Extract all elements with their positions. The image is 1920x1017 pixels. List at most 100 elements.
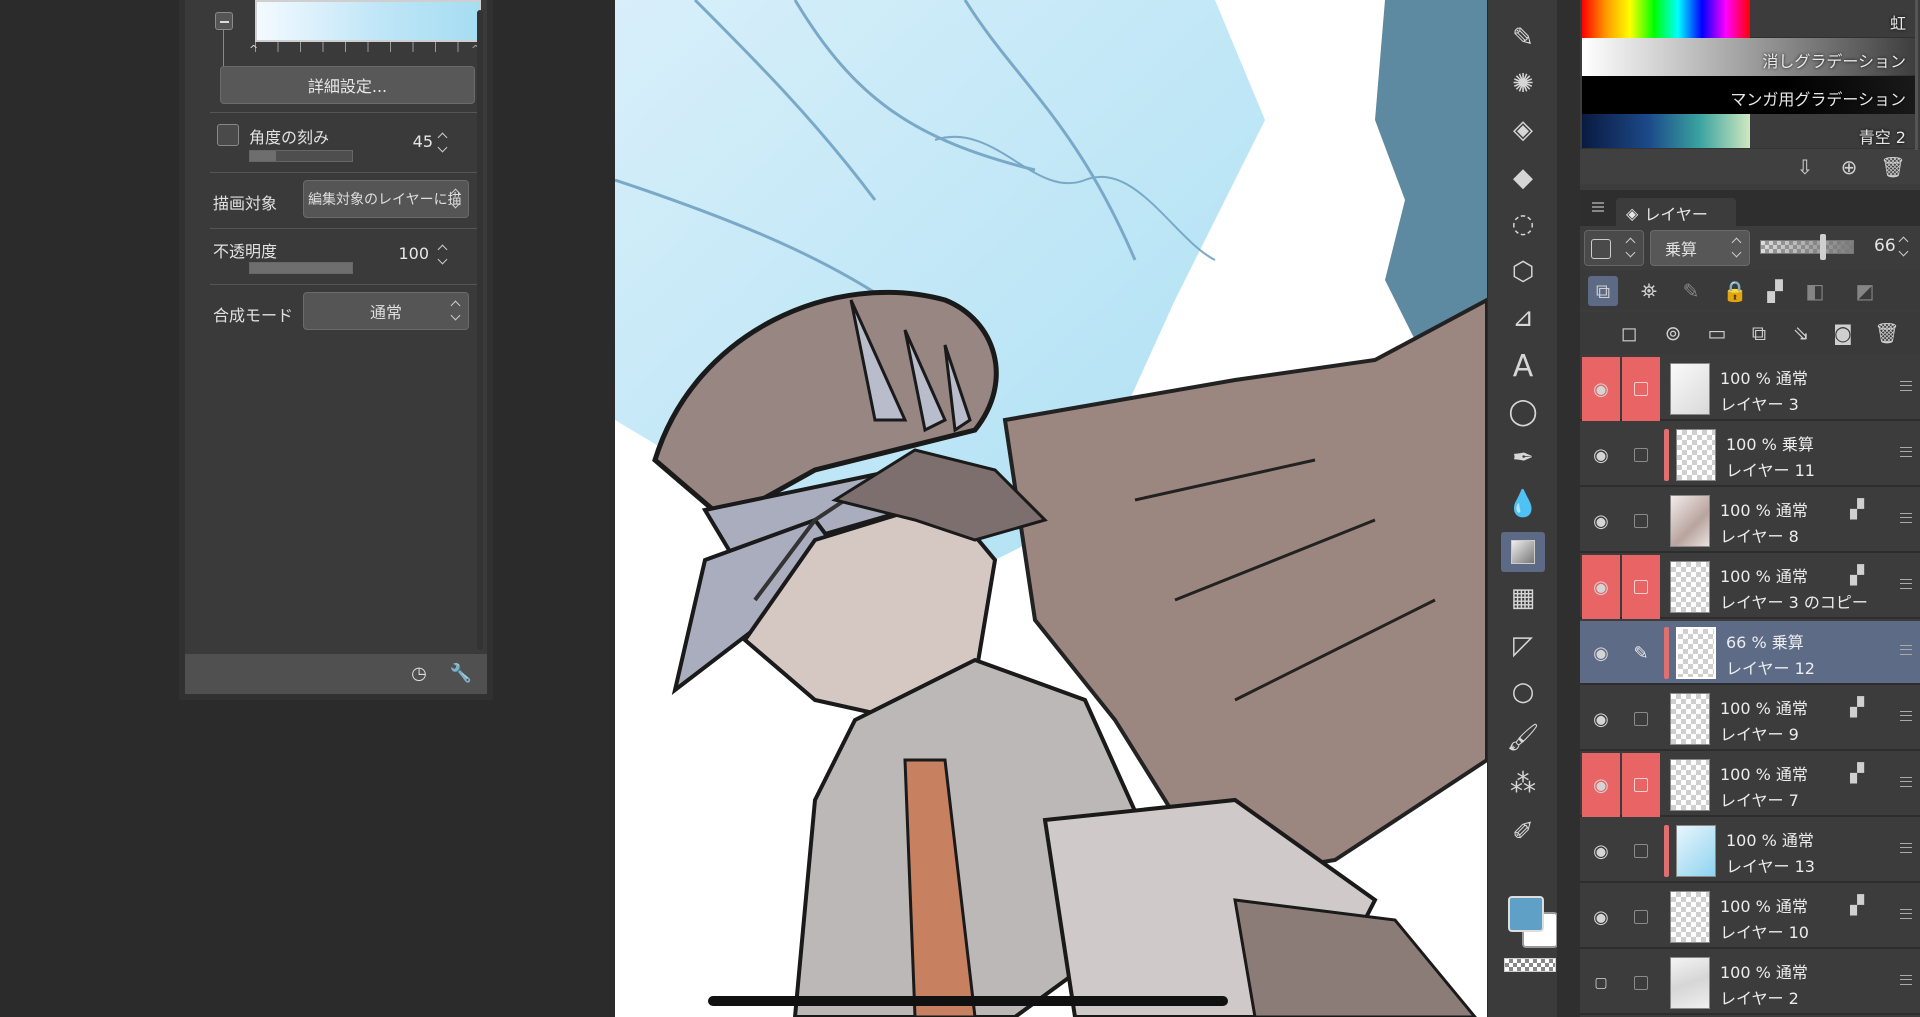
layer-menu-icon[interactable] <box>1900 843 1912 853</box>
layer-menu-icon[interactable] <box>1900 711 1912 721</box>
drawing-canvas[interactable] <box>615 0 1487 1017</box>
delete-layer-icon[interactable]: 🗑 <box>1872 318 1902 348</box>
draft-layer-icon[interactable]: ✎ <box>1676 276 1706 306</box>
eye-icon[interactable]: ◉ <box>1582 885 1620 949</box>
layer-select-checkbox[interactable] <box>1622 423 1660 487</box>
gradient-icon[interactable] <box>1501 532 1545 572</box>
gradient-set-item[interactable]: 青空 2 <box>1582 114 1918 152</box>
sparkle-brush-icon[interactable]: ✺ <box>1501 64 1545 104</box>
pen-nib-icon[interactable]: ✒ <box>1501 438 1545 478</box>
reference-layer-icon[interactable]: ⛯ <box>1634 276 1664 306</box>
layer-row[interactable]: ◉ 100 % 通常 レイヤー 13 <box>1580 819 1920 883</box>
create-mask-icon[interactable]: ◙ <box>1828 318 1858 348</box>
frame-icon[interactable]: ▦ <box>1501 578 1545 618</box>
lock-transparency-icon[interactable]: ▞ <box>1760 276 1790 306</box>
airbrush-icon[interactable]: ⁂ <box>1501 764 1545 804</box>
angle-step-checkbox[interactable] <box>217 124 239 146</box>
trash-icon[interactable]: 🗑 <box>1880 155 1906 179</box>
eye-icon[interactable]: ◉ <box>1582 621 1620 685</box>
layer-row[interactable]: ◉ 100 % 通常 レイヤー 3 <box>1580 357 1920 421</box>
text-icon[interactable]: A <box>1501 346 1545 386</box>
pen-icon[interactable]: ✎ <box>1501 18 1545 58</box>
new-vector-layer-icon[interactable]: ⊚ <box>1658 318 1688 348</box>
angle-step-spinner[interactable] <box>437 132 449 154</box>
import-icon[interactable]: ⇩ <box>1792 155 1818 179</box>
draw-target-dropdown[interactable]: 編集対象のレイヤーに描 <box>303 180 469 218</box>
layer-color-dropdown[interactable] <box>1584 230 1644 266</box>
layer-row[interactable]: ◉ ✎ 66 % 乗算 レイヤー 12 <box>1580 621 1920 685</box>
opacity-spinner[interactable] <box>437 244 449 266</box>
brush-icon[interactable]: 🖌 <box>1501 718 1545 758</box>
gradient-preview[interactable] <box>255 0 481 42</box>
layer-menu-icon[interactable] <box>1900 447 1912 457</box>
layer-row[interactable]: ◉ 100 % 通常 レイヤー 3 のコピー ▞ <box>1580 555 1920 619</box>
ruler-icon[interactable]: ◸ <box>1501 626 1545 666</box>
lock-icon[interactable]: 🔒 <box>1720 276 1750 306</box>
3d-object-icon[interactable]: ⬡ <box>1501 252 1545 292</box>
eye-icon[interactable]: ◉ <box>1582 555 1620 619</box>
wrench-icon[interactable]: 🔧 <box>449 662 473 686</box>
layer-menu-icon[interactable] <box>1900 579 1912 589</box>
gradient-set-item[interactable]: 消しグラデーション <box>1582 38 1918 76</box>
layer-select-checkbox[interactable] <box>1622 819 1660 883</box>
eye-icon[interactable]: ◉ <box>1582 423 1620 487</box>
eye-icon[interactable]: ◉ <box>1582 687 1620 751</box>
layer-menu-icon[interactable] <box>1900 645 1912 655</box>
ruler-visible-icon[interactable]: ◩ <box>1850 276 1880 306</box>
layer-select-checkbox[interactable] <box>1622 885 1660 949</box>
layer-menu-icon[interactable] <box>1900 777 1912 787</box>
clip-icon[interactable]: ⧉ <box>1588 276 1618 306</box>
detail-settings-button[interactable]: 詳細設定... <box>220 66 475 104</box>
fountain-pen-icon[interactable]: ✐ <box>1501 812 1545 852</box>
gradient-scrollbar[interactable] <box>1915 0 1918 150</box>
angle-step-slider[interactable] <box>249 150 353 162</box>
gradient-stop-left-icon[interactable]: ^ <box>249 43 258 56</box>
layer-row[interactable]: ◉ 100 % 乗算 レイヤー 11 <box>1580 423 1920 487</box>
layer-opacity-slider[interactable] <box>1760 240 1854 254</box>
lasso-icon[interactable]: ◌ <box>1501 204 1545 244</box>
layer-menu-icon[interactable] <box>1900 975 1912 985</box>
layer-blend-dropdown[interactable]: 乗算 <box>1650 230 1750 266</box>
main-color-swatch[interactable] <box>1508 896 1544 932</box>
tab-layer[interactable]: ◈ レイヤー <box>1616 198 1736 228</box>
gradient-set-item[interactable]: マンガ用グラデーション <box>1582 76 1918 114</box>
layer-opacity-spinner[interactable] <box>1898 236 1910 258</box>
layer-row[interactable]: ◉ 100 % 通常 レイヤー 8 ▞ <box>1580 489 1920 553</box>
new-raster-layer-icon[interactable]: ◻ <box>1614 318 1644 348</box>
blend-drops-icon[interactable]: 💧 <box>1501 484 1545 524</box>
speech-balloon-icon[interactable]: ◯ <box>1501 392 1545 432</box>
eye-icon[interactable]: ◉ <box>1582 753 1620 817</box>
merge-down-icon[interactable]: ⇘ <box>1786 318 1816 348</box>
layer-opacity-thumb[interactable] <box>1820 234 1826 260</box>
layer-select-checkbox[interactable] <box>1622 489 1660 553</box>
visibility-off-icon[interactable]: ▢ <box>1582 951 1620 1015</box>
home-indicator[interactable] <box>708 996 1228 1006</box>
copy-layer-icon[interactable]: ⧉ <box>1744 318 1774 348</box>
panel-scrollbar[interactable] <box>477 10 483 650</box>
blend-mode-dropdown[interactable]: 通常 <box>303 292 469 330</box>
mask-enable-icon[interactable]: ◧ <box>1800 276 1830 306</box>
eye-icon[interactable]: ◉ <box>1582 819 1620 883</box>
eye-icon[interactable]: ◉ <box>1582 489 1620 553</box>
eyedropper-icon[interactable]: ⊿ <box>1501 298 1545 338</box>
gradient-set-item[interactable]: 虹 <box>1582 0 1918 38</box>
layer-select-checkbox[interactable] <box>1622 687 1660 751</box>
layer-select-checkbox[interactable] <box>1622 753 1660 817</box>
layer-menu-icon[interactable] <box>1900 381 1912 391</box>
layer-menu-icon[interactable] <box>1900 909 1912 919</box>
layer-row[interactable]: ◉ 100 % 通常 レイヤー 9 ▞ <box>1580 687 1920 751</box>
fill-bucket-icon[interactable]: ◈ <box>1501 110 1545 150</box>
edit-target-pen-icon[interactable]: ✎ <box>1622 621 1660 685</box>
circle-icon[interactable]: ○ <box>1501 672 1545 712</box>
timer-icon[interactable]: ◷ <box>407 662 431 686</box>
menu-icon[interactable] <box>1592 202 1604 212</box>
layer-select-checkbox[interactable] <box>1622 951 1660 1015</box>
duplicate-icon[interactable]: ⊕ <box>1836 155 1862 179</box>
layer-select-checkbox[interactable] <box>1622 555 1660 619</box>
new-folder-icon[interactable]: ▭ <box>1702 318 1732 348</box>
eraser-icon[interactable]: ◆ <box>1501 158 1545 198</box>
layer-row[interactable]: ◉ 100 % 通常 レイヤー 7 ▞ <box>1580 753 1920 817</box>
opacity-slider[interactable] <box>249 262 353 274</box>
transparent-color-swatch[interactable] <box>1504 958 1556 972</box>
collapse-icon[interactable] <box>215 12 233 30</box>
